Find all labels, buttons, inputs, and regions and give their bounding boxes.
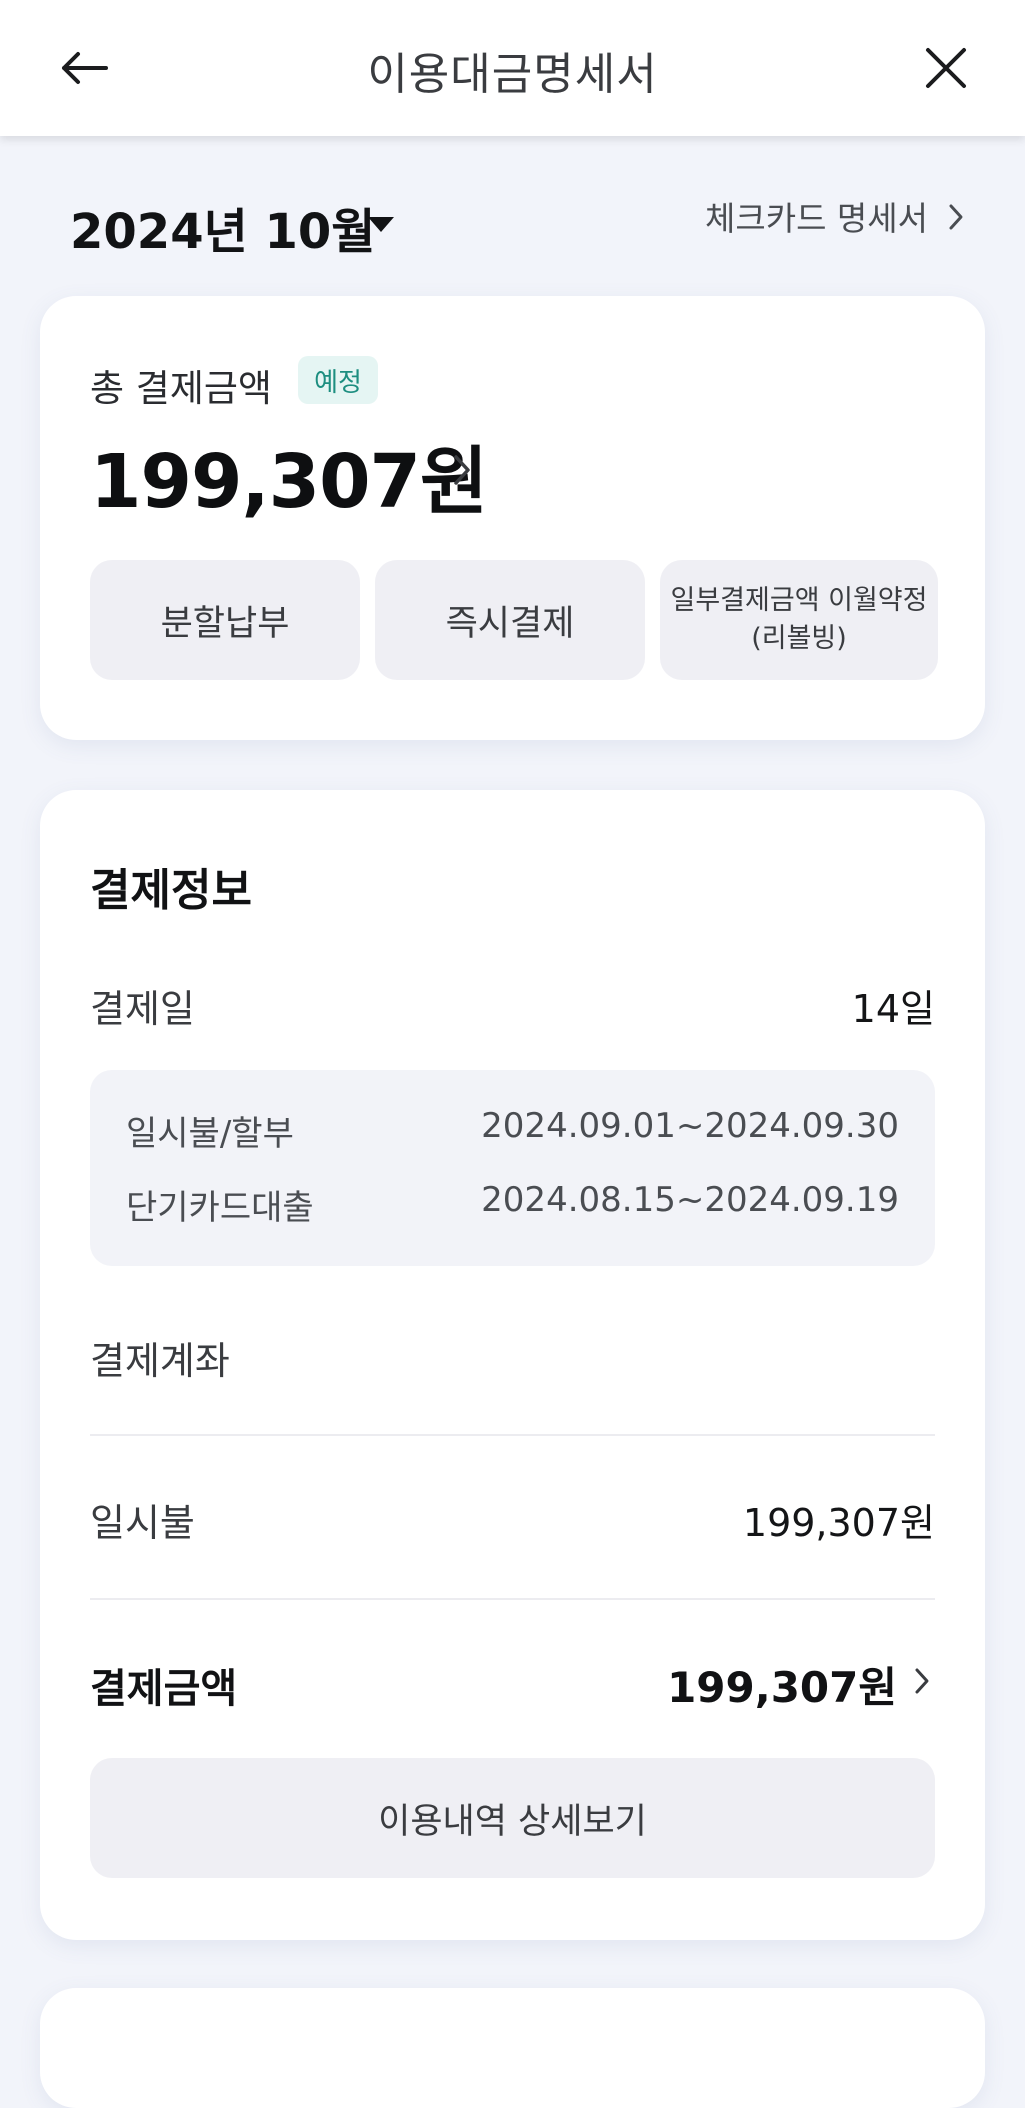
revolving-label-line2: (리볼빙) bbox=[751, 623, 847, 654]
period-value: 2024.09.01~2024.09.30 bbox=[481, 1106, 899, 1146]
usage-period-box: 일시불/할부 2024.09.01~2024.09.30 단기카드대출 2024… bbox=[90, 1070, 935, 1266]
page-title: 이용대금명세서 bbox=[367, 49, 658, 100]
lump-sum-label: 일시불 bbox=[90, 1501, 195, 1545]
usage-detail-button[interactable]: 이용내역 상세보기 bbox=[90, 1758, 935, 1878]
chevron-right-icon[interactable] bbox=[912, 1664, 932, 1698]
chevron-right-icon[interactable] bbox=[450, 450, 474, 490]
pay-day-value: 14일 bbox=[851, 987, 935, 1031]
close-icon bbox=[926, 48, 966, 88]
lump-sum-value: 199,307원 bbox=[742, 1501, 935, 1545]
pay-amount-label: 결제금액 bbox=[90, 1666, 238, 1712]
pay-day-label: 결제일 bbox=[90, 987, 195, 1031]
total-amount[interactable]: 199,307원 bbox=[90, 422, 488, 529]
installment-button[interactable]: 분할납부 bbox=[90, 560, 360, 680]
revolving-label-line1: 일부결제금액 이월약정 bbox=[670, 585, 928, 616]
month-selector[interactable]: 2024년 10월 bbox=[70, 192, 375, 262]
period-label: 단기카드대출 bbox=[126, 1188, 314, 1228]
period-value: 2024.08.15~2024.09.19 bbox=[481, 1180, 899, 1220]
next-card bbox=[40, 1988, 985, 2108]
pay-amount-value[interactable]: 199,307원 bbox=[667, 1654, 897, 1715]
close-button[interactable] bbox=[922, 44, 970, 92]
summary-card: 총 결제금액 예정 199,307원 분할납부 즉시결제 일부결제금액 이월약정… bbox=[40, 296, 985, 740]
revolving-button[interactable]: 일부결제금액 이월약정 (리볼빙) bbox=[660, 560, 938, 680]
account-label: 결제계좌 bbox=[90, 1339, 230, 1383]
divider bbox=[90, 1598, 935, 1600]
check-card-statement-link[interactable]: 체크카드 명세서 bbox=[705, 192, 928, 240]
top-app-bar: 이용대금명세서 bbox=[0, 0, 1025, 136]
caret-down-icon[interactable] bbox=[366, 214, 396, 234]
status-badge: 예정 bbox=[298, 356, 378, 404]
period-label: 일시불/할부 bbox=[126, 1114, 294, 1154]
payment-info-card: 결제정보 결제일 14일 일시불/할부 2024.09.01~2024.09.3… bbox=[40, 790, 985, 1940]
divider bbox=[90, 1434, 935, 1436]
instant-pay-button[interactable]: 즉시결제 bbox=[375, 560, 645, 680]
month-row: 2024년 10월 체크카드 명세서 bbox=[0, 136, 1025, 296]
section-title: 결제정보 bbox=[90, 865, 252, 916]
chevron-right-icon[interactable] bbox=[946, 200, 966, 234]
total-label: 총 결제금액 bbox=[90, 367, 272, 410]
